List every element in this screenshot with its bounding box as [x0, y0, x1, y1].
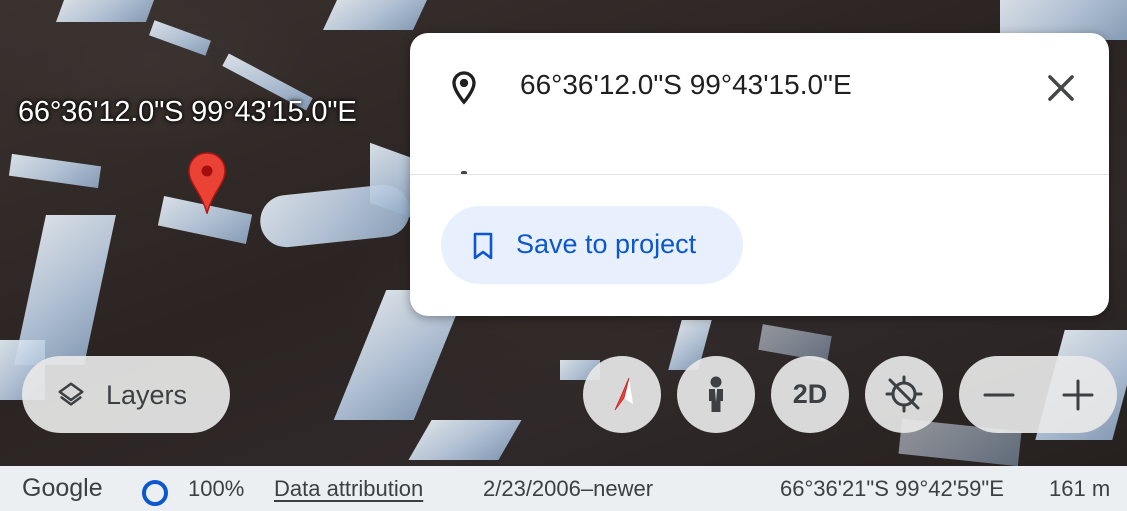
layers-icon	[58, 382, 84, 406]
my-location-icon	[885, 375, 923, 413]
minus-icon	[983, 393, 1015, 397]
2d-label: 2D	[792, 379, 828, 409]
data-attribution-link[interactable]: Data attribution	[274, 466, 423, 511]
map-pin-icon[interactable]	[188, 152, 226, 214]
layers-button[interactable]: Layers	[22, 356, 230, 433]
camera-altitude: 161 m	[1049, 476, 1111, 501]
location-label: 66°36'12.0"S 99°43'15.0"E	[18, 96, 357, 128]
save-to-project-button[interactable]: Save to project	[441, 206, 743, 284]
status-bar: Google 100% Data attribution 2/23/2006–n…	[0, 466, 1127, 511]
location-pin-icon	[452, 71, 476, 105]
snow-patch	[149, 20, 211, 56]
compass-button[interactable]	[583, 356, 661, 433]
bookmark-icon	[473, 232, 493, 260]
compass-icon	[614, 377, 633, 411]
location-info-card: 66°36'12.0"S 99°43'15.0"E Save to projec…	[410, 33, 1109, 316]
snow-patch	[323, 0, 427, 30]
imagery-date: 2/23/2006–newer	[483, 476, 654, 501]
divider	[410, 174, 1109, 175]
pegman-icon	[709, 376, 723, 412]
card-title: 66°36'12.0"S 99°43'15.0"E	[520, 69, 852, 100]
save-to-project-label: Save to project	[516, 229, 697, 259]
zoom-out-button[interactable]	[959, 356, 1038, 433]
close-icon[interactable]	[1042, 69, 1080, 107]
snow-patch	[408, 420, 522, 460]
snow-patch	[55, 0, 155, 22]
snow-patch	[758, 324, 832, 362]
zoom-percent: 100%	[188, 476, 245, 501]
loading-ring-icon	[142, 480, 168, 506]
layers-label: Layers	[106, 380, 188, 410]
2d-toggle-button[interactable]: 2D	[771, 356, 849, 433]
google-logo: Google	[22, 474, 103, 502]
snow-patch	[8, 153, 102, 189]
my-location-button[interactable]	[865, 356, 943, 433]
cursor-coordinates: 66°36'21"S 99°42'59"E	[780, 476, 1004, 501]
pegman-button[interactable]	[677, 356, 755, 433]
plus-icon	[1062, 379, 1094, 411]
zoom-controls	[959, 356, 1117, 433]
zoom-in-button[interactable]	[1038, 356, 1117, 433]
